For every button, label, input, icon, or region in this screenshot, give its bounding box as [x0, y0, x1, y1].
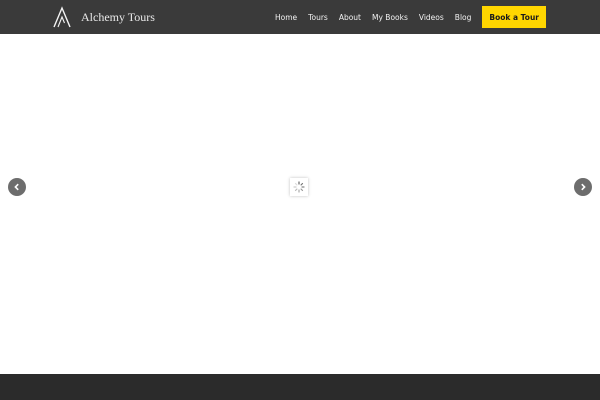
- slider-prev-button[interactable]: [8, 178, 26, 196]
- site-footer: [0, 374, 600, 400]
- chevron-left-icon: [14, 183, 19, 191]
- loading-spinner-icon: [293, 181, 305, 193]
- slider-next-button[interactable]: [574, 178, 592, 196]
- main-nav: Home Tours About My Books Videos Blog Bo…: [275, 0, 546, 34]
- nav-tours-link[interactable]: Tours: [308, 13, 328, 22]
- nav-home-link[interactable]: Home: [275, 13, 297, 22]
- site-header: Alchemy Tours Home Tours About My Books …: [0, 0, 600, 34]
- nav-about-link[interactable]: About: [339, 13, 361, 22]
- alchemy-tours-logo-icon[interactable]: [52, 6, 72, 28]
- loading-spinner-box: [290, 178, 308, 196]
- hero-slider: [0, 34, 600, 374]
- chevron-right-icon: [581, 183, 586, 191]
- nav-blog-link[interactable]: Blog: [455, 13, 472, 22]
- brand-name[interactable]: Alchemy Tours: [81, 10, 155, 25]
- nav-videos-link[interactable]: Videos: [419, 13, 444, 22]
- book-a-tour-button[interactable]: Book a Tour: [482, 6, 546, 28]
- nav-my-books-link[interactable]: My Books: [372, 13, 408, 22]
